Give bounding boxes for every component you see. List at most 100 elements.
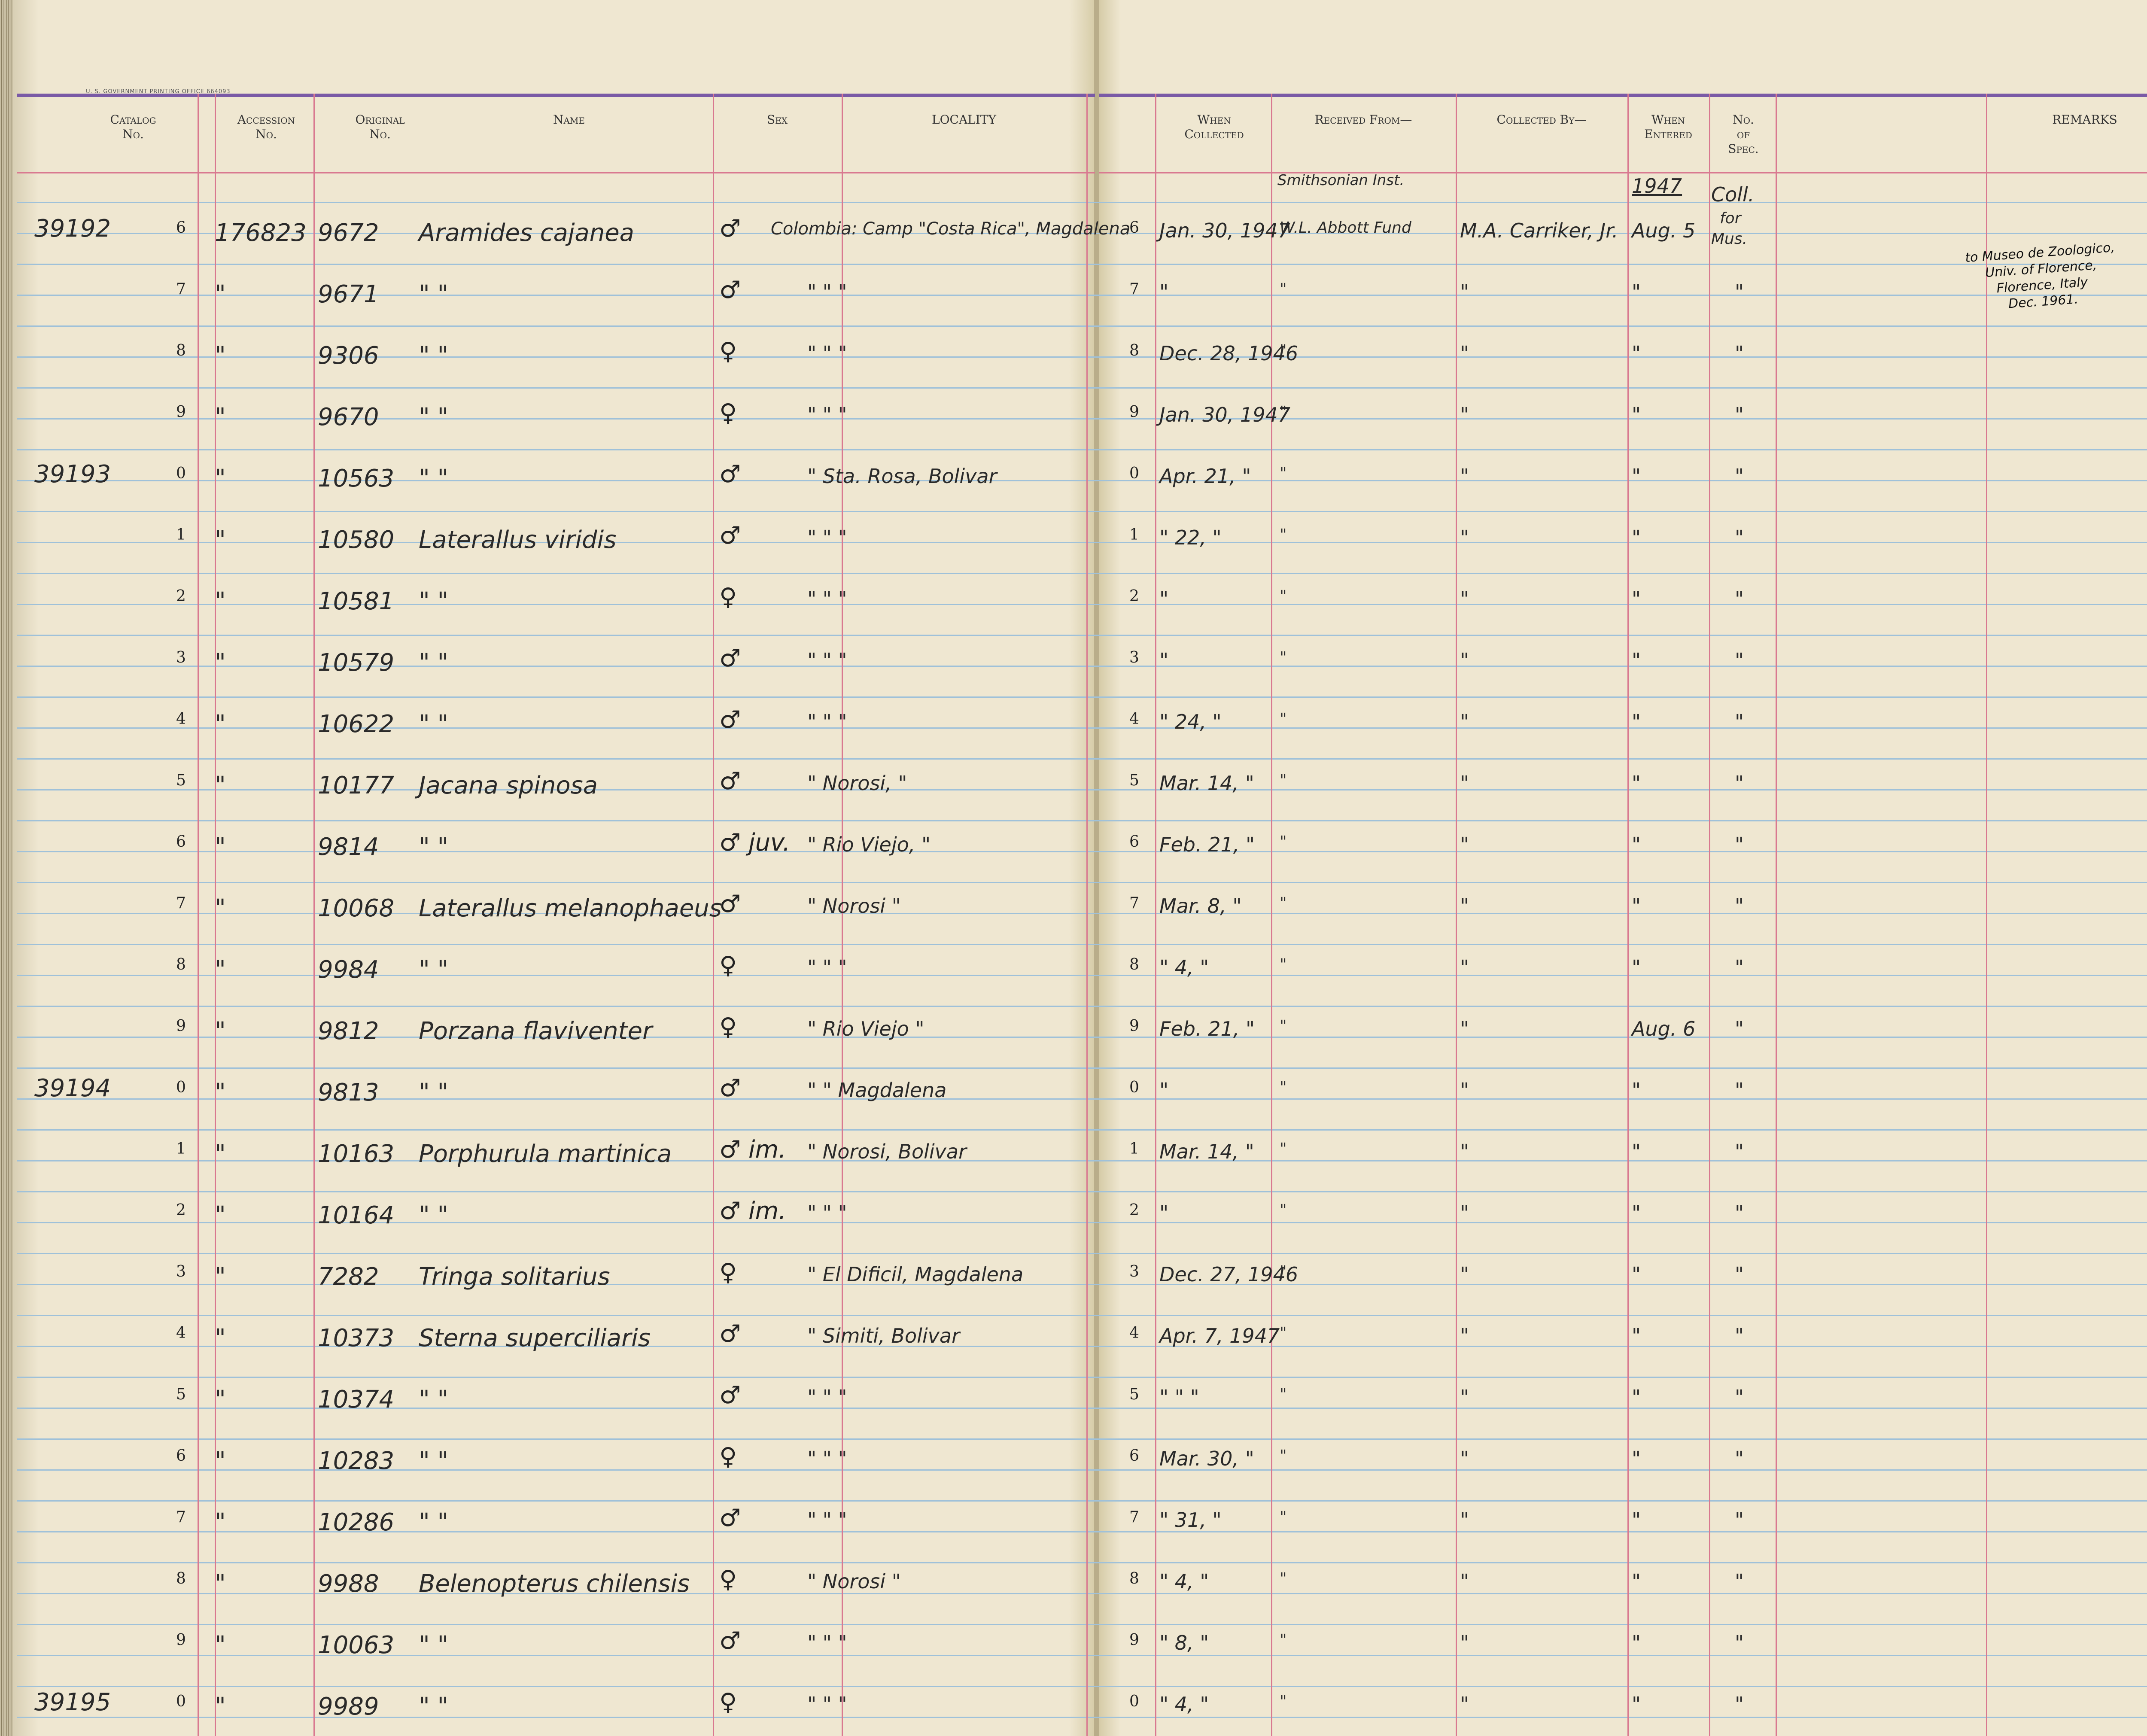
collection-date: " 22, " <box>1159 526 1222 549</box>
collection-date: Mar. 30, " <box>1159 1447 1254 1470</box>
collector: " <box>1460 1079 1469 1102</box>
collector: " <box>1460 1693 1469 1716</box>
entered-date: " <box>1632 1570 1641 1593</box>
row-digit: 9 <box>176 403 186 421</box>
locality: " " " <box>807 1508 847 1532</box>
accession-number: " <box>215 1570 226 1598</box>
species-name: " " <box>419 1508 449 1536</box>
received-from: " <box>1280 403 1287 421</box>
table-row: 9 " 9812 Porzana flaviventer ♀ " Rio Viejo " 9… <box>0 996 2147 1058</box>
collection-date: Dec. 28, 1946 <box>1159 342 1299 365</box>
accession-number: " <box>215 280 226 308</box>
entered-date: Aug. 6 <box>1632 1017 1696 1040</box>
sex-symbol: ♂ <box>719 706 741 734</box>
entered-date: " <box>1632 956 1641 979</box>
entered-date: " <box>1632 1263 1641 1286</box>
table-row: 9 " 10063 " " ♂ " " " 9 " 8, " " " " " <box>0 1610 2147 1672</box>
original-number: 9813 <box>318 1079 379 1107</box>
species-name: Laterallus melanophaeus <box>419 894 722 922</box>
row-digit-right: 9 <box>1129 403 1139 421</box>
catalog-number: 39194 <box>34 1074 111 1102</box>
header-accession: Accession No. <box>217 112 316 142</box>
original-number: 10164 <box>318 1201 395 1229</box>
species-name: " " <box>419 342 449 370</box>
row-digit: 8 <box>176 1570 186 1587</box>
row-digit: 9 <box>176 1017 186 1035</box>
no-spec-top-note: Coll. <box>1711 183 1755 206</box>
received-from: " <box>1280 833 1287 851</box>
species-name: " " <box>419 465 449 493</box>
collection-date: Apr. 21, " <box>1159 465 1251 488</box>
row-digit-right: 8 <box>1129 342 1139 359</box>
entered-date: " <box>1632 342 1641 365</box>
table-row: 7 " 9671 " " ♂ " " " 7 " " " " " <box>0 259 2147 321</box>
species-name: Porzana flaviventer <box>419 1017 653 1045</box>
header-text: No. <box>1733 112 1754 127</box>
sex-symbol: ♂ <box>719 276 741 304</box>
collection-date: Feb. 21, " <box>1159 1017 1255 1040</box>
specimen-count: " <box>1735 894 1744 918</box>
collection-date: " <box>1159 587 1169 611</box>
accession-number: " <box>215 1386 226 1414</box>
header-text: of <box>1736 127 1750 141</box>
row-digit-right: 6 <box>1129 833 1139 851</box>
received-from: " <box>1280 1447 1287 1465</box>
row-digit-right: 0 <box>1129 1693 1139 1710</box>
received-from: " <box>1280 1508 1287 1526</box>
specimen-count: " <box>1735 1570 1744 1593</box>
sex-symbol: ♀ <box>719 583 737 611</box>
locality: " " " <box>807 1447 847 1470</box>
collection-date: " <box>1159 1079 1169 1102</box>
row-digit-right: 2 <box>1129 587 1139 605</box>
entered-date: " <box>1632 894 1641 918</box>
specimen-count: " <box>1735 710 1744 733</box>
species-name: " " <box>419 587 449 615</box>
received-from: " <box>1280 1263 1287 1280</box>
locality: " Norosi, " <box>807 772 907 795</box>
specimen-count: " <box>1735 1386 1744 1409</box>
table-row: 7 " 10068 Laterallus melanophaeus ♂ " Norosi … <box>0 873 2147 935</box>
table-row: 1 " 10580 Laterallus viridis ♂ " " " 1 " 22, " "… <box>0 505 2147 567</box>
row-digit: 2 <box>176 587 186 605</box>
original-number: 9812 <box>318 1017 379 1045</box>
entered-date: " <box>1632 1079 1641 1102</box>
collection-date: Mar. 14, " <box>1159 1140 1254 1163</box>
sex-symbol: ♂ <box>719 1074 741 1102</box>
row-digit: 7 <box>176 280 186 298</box>
collection-date: " 24, " <box>1159 710 1222 733</box>
header-text: Sex <box>766 112 788 127</box>
accession-number: " <box>215 1693 226 1721</box>
catalog-number: 39193 <box>34 460 111 488</box>
received-from: " <box>1280 1386 1287 1403</box>
sex-symbol: ♂ <box>719 1627 741 1655</box>
accession-number: " <box>215 649 226 677</box>
collector: " <box>1460 1324 1469 1347</box>
row-digit-right: 7 <box>1129 280 1139 298</box>
entered-date: " <box>1632 587 1641 611</box>
entered-date: Aug. 5 <box>1632 219 1696 242</box>
locality: " " " <box>807 587 847 611</box>
collection-date: " <box>1159 649 1169 672</box>
specimen-count: " <box>1735 772 1744 795</box>
header-text: Spec. <box>1728 142 1759 156</box>
row-digit: 6 <box>176 219 186 237</box>
received-from: " <box>1280 342 1287 359</box>
locality: " Norosi, Bolivar <box>807 1140 967 1163</box>
catalog-number: 39192 <box>34 215 111 243</box>
accession-number: " <box>215 710 226 738</box>
species-name: " " <box>419 1693 449 1721</box>
original-number: 7282 <box>318 1263 379 1291</box>
header-received-from: Received From— <box>1273 112 1454 127</box>
species-name: Porphurula martinica <box>419 1140 672 1168</box>
locality: " Sta. Rosa, Bolivar <box>807 465 997 488</box>
species-name: " " <box>419 956 449 984</box>
received-from-top-note: Smithsonian Inst. <box>1277 172 1405 189</box>
received-from: " <box>1280 1324 1287 1342</box>
original-number: 10373 <box>318 1324 395 1352</box>
sex-symbol: ♂ <box>719 767 741 795</box>
accession-number: " <box>215 833 226 861</box>
locality: " " " <box>807 1693 847 1716</box>
locality: " Norosi " <box>807 894 901 918</box>
row-digit: 6 <box>176 833 186 851</box>
collection-date: Apr. 7, 1947 <box>1159 1324 1280 1347</box>
